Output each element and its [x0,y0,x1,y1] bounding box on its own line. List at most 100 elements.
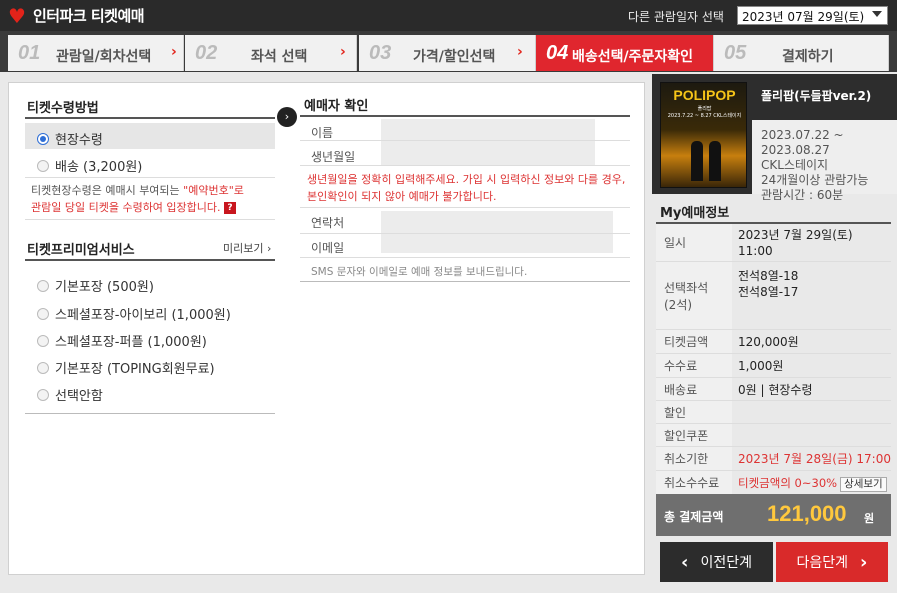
show-age: 24개월이상 관람가능 [761,173,869,187]
total-value: 121,000 [767,501,847,526]
radio-label: 스페셜포장-아이보리 (1,000원) [55,308,231,323]
birth-warning: 생년월일을 정확히 입력해주세요. 가입 시 입력하신 정보와 다를 경우, 본… [307,171,637,205]
table-row: 취소수수료 티켓금액의 0~30% 상세보기 [656,471,891,495]
table-row: 수수료 1,000원 [656,354,891,378]
divider [300,281,630,282]
step-5[interactable]: 05 결제하기 [714,35,889,71]
booking-date: 2023년 7월 29일(토) [738,228,853,242]
step-1[interactable]: 01 관람일/회차선택 › [8,35,184,71]
help-icon[interactable]: ? [224,202,237,214]
next-step-button[interactable]: 다음단계 › [776,542,888,582]
row-label: 선택좌석 (2석) [656,262,732,329]
step-number: 03 [369,42,392,64]
radio-checked-icon [37,132,49,145]
show-poster: POLIPOP 폴리팝 2023.7.22 ~ 8.27 CKL스테이지 [660,82,747,188]
radio-label: 배송 (3,200원) [55,160,143,175]
preview-link[interactable]: 미리보기 › [223,240,271,256]
next-step-label: 다음단계 [796,555,849,571]
step-label: 관람일/회차선택 [56,49,152,65]
divider [25,259,275,261]
divider [25,117,275,119]
chevron-right-icon: › [860,551,868,573]
masked-contact-info [381,211,613,253]
pickup-note-text: 티켓현장수령은 예매시 부여되는 [31,184,184,197]
my-booking-table: 일시 2023년 7월 29일(토) 11:00 선택좌석 (2석) 전석8열-… [656,222,891,495]
chevron-right-icon[interactable]: › [277,107,297,127]
step-label: 결제하기 [782,49,834,65]
step-number: 02 [195,42,218,64]
top-bar: ♥ 인터파크 티켓예매 다른 관람일자 선택 2023년 07월 29일(토) [0,0,897,31]
step-3[interactable]: 03 가격/할인선택 › [359,35,536,71]
poster-figure [691,141,703,181]
step-4-active[interactable]: 04 배송선택/주문자확인 [536,35,714,71]
divider [300,257,630,258]
masked-personal-info [381,119,595,165]
poster-caption: 2023.7.22 ~ 8.27 CKL스테이지 [667,113,742,119]
booker-title: 예매자 확인 [304,99,369,114]
seat-item: 전석8열-17 [738,285,799,299]
heart-logo-icon: ♥ [8,3,26,28]
radio-premium-none[interactable]: 선택안함 [37,385,103,404]
pickup-note: 티켓현장수령은 예매시 부여되는 "예약번호"로 관람일 당일 티켓을 수령하여… [31,182,244,216]
step-label: 좌석 선택 [251,49,308,65]
show-runtime: 관람시간 : 60분 [761,188,844,202]
cancel-deadline: 2023년 7월 28일(금) 17:00 [738,452,891,466]
poster-figure [709,141,721,181]
radio-premium-purple[interactable]: 스페셜포장-퍼플 (1,000원) [37,331,207,350]
radio-label: 현장수령 [55,133,103,148]
step-number: 04 [546,42,569,64]
ticket-method-title: 티켓수령방법 [27,101,99,116]
chevron-right-icon: › [517,44,523,60]
name-label: 이름 [311,126,334,140]
step-label: 가격/할인선택 [413,49,496,65]
cancel-fee-text: 티켓금액의 0~30% [738,476,838,490]
radio-premium-toping[interactable]: 기본포장 (TOPING회원무료) [37,358,215,377]
divider [25,413,275,414]
row-value: 전석8열-18 전석8열-17 [738,268,798,300]
radio-label: 기본포장 (500원) [55,280,154,295]
radio-unchecked-icon [37,279,49,292]
row-value: 2023년 7월 29일(토) 11:00 [738,227,853,259]
radio-unchecked-icon [37,159,49,172]
detail-button[interactable]: 상세보기 [840,477,887,492]
show-venue: CKL스테이지 [761,158,829,172]
step-2[interactable]: 02 좌석 선택 › [185,35,357,71]
radio-premium-ivory[interactable]: 스페셜포장-아이보리 (1,000원) [37,304,231,323]
row-label: 티켓금액 [656,330,732,353]
seat-count: (2석) [664,297,693,312]
radio-delivery[interactable]: 배송 (3,200원) [37,156,142,175]
fee-amount: 1,000원 [738,359,784,373]
cancel-fee: 티켓금액의 0~30% 상세보기 [738,475,887,492]
divider [300,207,630,208]
radio-unchecked-icon [37,307,49,320]
show-title: 폴리팝(두들팝ver.2) [761,89,872,103]
delivery-value: 0원 | 현장수령 [738,383,813,397]
divider [300,140,630,141]
warning-line: 본인확인이 되지 않아 예매가 불가합니다. [307,190,497,203]
step-label: 배송선택/주문자확인 [572,49,694,65]
step-number: 05 [724,42,747,64]
chevron-right-icon: › [340,44,346,60]
row-label: 취소기한 [656,447,732,470]
preview-label: 미리보기 [223,242,264,255]
chevron-left-icon: ‹ [681,551,689,573]
prev-step-button[interactable]: ‹ 이전단계 [660,542,773,582]
radio-premium-basic[interactable]: 기본포장 (500원) [37,276,154,295]
main-panel: 티켓수령방법 현장수령 배송 (3,200원) 티켓현장수령은 예매시 부여되는… [8,82,645,575]
prev-step-label: 이전단계 [700,555,752,571]
seat-label: 선택좌석 [664,280,709,295]
show-info: 2023.07.22 ~ 2023.08.27 CKL스테이지 24개월이상 관… [761,128,868,203]
email-label: 이메일 [311,241,345,255]
date-select[interactable]: 2023년 07월 29일(토) [737,6,888,25]
poster-sub: 폴리팝 [697,106,712,112]
total-unit: 원 [864,512,875,525]
show-period-end: 2023.08.27 [761,143,830,157]
my-booking-title: My예매정보 [660,206,730,221]
phone-label: 연락처 [311,216,345,230]
radio-onsite-pickup[interactable]: 현장수령 [37,129,103,148]
chevron-right-icon: › [171,44,177,60]
table-row: 할인쿠폰 [656,424,891,447]
radio-unchecked-icon [37,361,49,374]
sms-note: SMS 문자와 이메일로 예매 정보를 보내드립니다. [311,266,528,278]
table-row: 할인 [656,401,891,424]
